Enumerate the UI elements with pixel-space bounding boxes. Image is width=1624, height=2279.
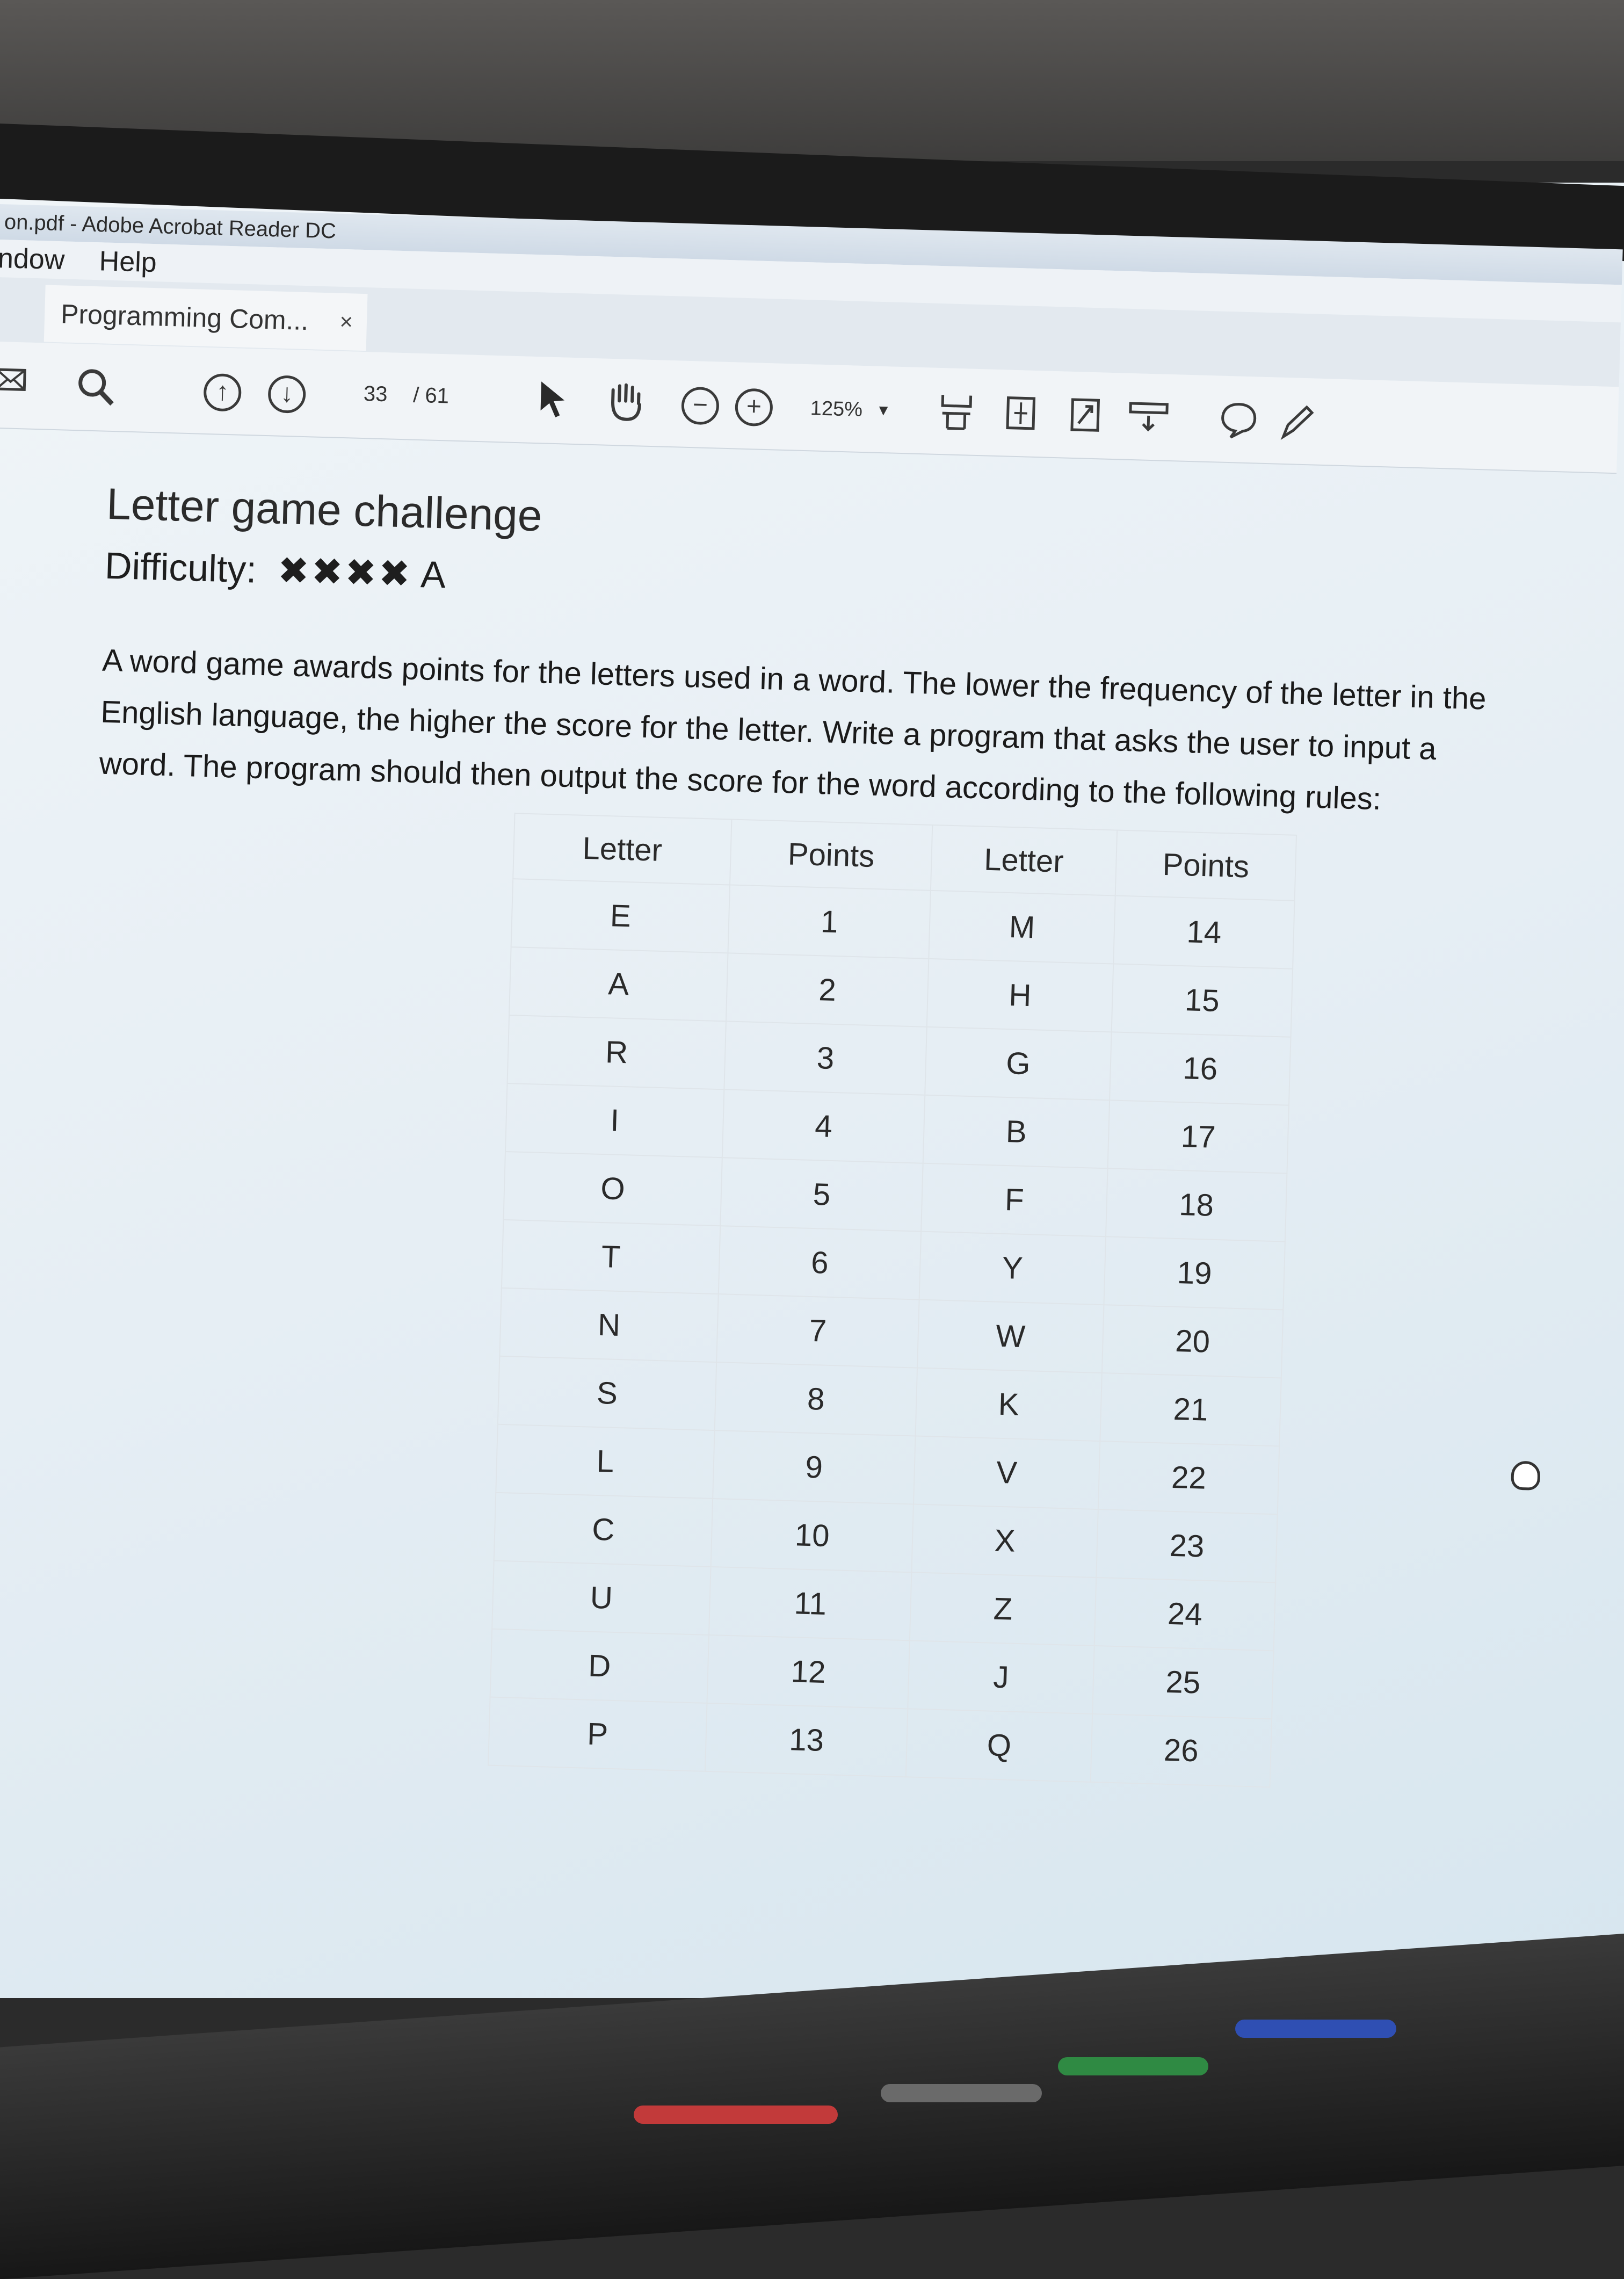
points-cell: 24 <box>1094 1578 1276 1651</box>
header-points: Points <box>1115 830 1297 901</box>
tab-label: Programming Com... <box>60 299 309 336</box>
document-page: Letter game challenge Difficulty: ✖✖✖✖ A… <box>0 428 1616 2030</box>
eraser <box>881 2084 1042 2102</box>
letter-cell: C <box>494 1492 713 1567</box>
table-body: E 1 M 14 A 2 H 15 R 3 G 16 I 4 B 17 O 5 F 18 T 6 Y 19 N 7 W 20 S 8 K 21… <box>488 879 1295 1788</box>
letter-cell: P <box>488 1697 707 1771</box>
acrobat-window: on.pdf - Adobe Acrobat Reader DC ndow He… <box>0 183 1623 2053</box>
chevron-down-icon: ▼ <box>875 401 891 419</box>
points-cell: 19 <box>1104 1236 1285 1310</box>
zoom-value: 125% <box>810 397 863 421</box>
difficulty-label: Difficulty: <box>104 544 257 591</box>
pen-icon[interactable] <box>1277 399 1316 454</box>
full-screen-icon[interactable] <box>1067 393 1103 448</box>
letter-cell: L <box>496 1424 715 1499</box>
letter-cell: T <box>501 1219 721 1294</box>
header-points: Points <box>730 819 933 891</box>
points-cell: 14 <box>1113 895 1295 969</box>
page-title: Letter game challenge <box>106 479 543 541</box>
letter-cell: Z <box>909 1572 1097 1646</box>
letter-cell: F <box>921 1163 1108 1237</box>
page-total: / 61 <box>412 383 450 408</box>
points-cell: 1 <box>728 885 931 959</box>
letter-cell: Y <box>919 1231 1106 1305</box>
points-cell: 8 <box>714 1362 918 1436</box>
header-letter: Letter <box>930 824 1118 896</box>
letter-cell: X <box>911 1504 1098 1578</box>
letter-cell: B <box>923 1095 1110 1169</box>
hand-cursor-icon <box>1511 1460 1541 1491</box>
document-tab[interactable]: Programming Com... × <box>44 285 368 351</box>
read-mode-icon[interactable] <box>1126 395 1171 450</box>
difficulty-grade: A <box>420 553 447 596</box>
letter-cell: H <box>926 958 1114 1032</box>
letter-cell: O <box>503 1151 722 1226</box>
points-cell: 22 <box>1098 1441 1280 1515</box>
points-cell: 4 <box>722 1089 925 1163</box>
letter-cell: G <box>925 1026 1112 1101</box>
letter-cell: D <box>490 1629 709 1703</box>
points-cell: 25 <box>1092 1645 1274 1719</box>
zoom-in-icon[interactable]: + <box>734 388 773 427</box>
points-cell: 12 <box>707 1634 910 1709</box>
page-down-icon[interactable]: ↓ <box>267 375 307 414</box>
points-cell: 7 <box>716 1294 919 1368</box>
points-cell: 17 <box>1107 1100 1289 1174</box>
letter-cell: R <box>507 1015 726 1090</box>
comment-icon[interactable] <box>1217 397 1260 452</box>
letter-cell: V <box>913 1436 1100 1510</box>
letter-cell: N <box>499 1287 719 1363</box>
points-cell: 13 <box>705 1703 908 1777</box>
page-number-input[interactable]: 33 <box>348 371 403 417</box>
zoom-select[interactable]: 125% ▼ <box>799 388 897 431</box>
letter-cell: E <box>511 879 730 953</box>
points-cell: 21 <box>1100 1373 1281 1446</box>
letter-cell: U <box>492 1560 711 1635</box>
points-cell: 2 <box>726 953 929 1027</box>
header-letter: Letter <box>513 813 732 885</box>
search-icon[interactable] <box>74 365 119 420</box>
select-cursor-icon[interactable] <box>535 378 569 433</box>
points-cell: 18 <box>1106 1168 1287 1242</box>
letter-cell: K <box>915 1368 1102 1442</box>
hand-tool-icon[interactable] <box>605 380 648 435</box>
letter-cell: Q <box>905 1709 1093 1782</box>
letter-cell: W <box>917 1299 1104 1373</box>
difficulty-stars: ✖✖✖✖ <box>277 549 413 595</box>
letter-cell: J <box>908 1640 1094 1714</box>
points-cell: 5 <box>720 1157 923 1232</box>
page-up-icon[interactable]: ↑ <box>203 373 242 412</box>
letter-cell: A <box>509 947 728 1022</box>
red-marker <box>634 2106 838 2124</box>
fit-width-icon[interactable] <box>938 389 974 444</box>
green-marker <box>1058 2057 1208 2075</box>
points-cell: 9 <box>713 1430 916 1504</box>
points-cell: 10 <box>711 1499 914 1573</box>
points-cell: 23 <box>1096 1509 1278 1583</box>
letter-cell: I <box>505 1083 724 1158</box>
mail-icon[interactable] <box>0 363 27 407</box>
menu-window[interactable]: ndow <box>0 243 65 276</box>
close-icon[interactable]: × <box>339 293 353 351</box>
menu-help[interactable]: Help <box>99 245 157 278</box>
points-cell: 11 <box>709 1566 912 1641</box>
points-cell: 16 <box>1110 1032 1291 1105</box>
points-cell: 20 <box>1101 1305 1284 1378</box>
zoom-out-icon[interactable]: − <box>680 386 720 425</box>
points-table: Letter Points Letter Points E 1 M 14 A 2 H 15 R 3… <box>488 813 1297 1788</box>
problem-description: A word game awards points for the letter… <box>98 642 1487 817</box>
blue-marker <box>1235 2020 1396 2038</box>
points-cell: 3 <box>724 1021 927 1095</box>
letter-cell: S <box>497 1356 717 1431</box>
difficulty-line: Difficulty: ✖✖✖✖ A <box>104 544 446 597</box>
points-cell: 26 <box>1090 1713 1272 1788</box>
points-cell: 15 <box>1111 964 1293 1037</box>
letter-cell: M <box>929 890 1115 964</box>
fit-page-icon[interactable] <box>1003 391 1039 446</box>
points-cell: 6 <box>718 1226 922 1300</box>
